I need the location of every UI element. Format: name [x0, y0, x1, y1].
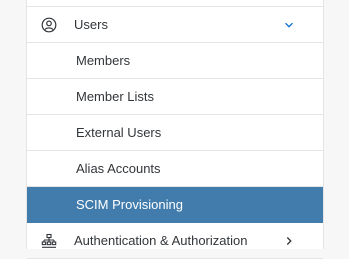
nav-group-users-label: Users	[74, 17, 108, 32]
nav-item-external-users-label: External Users	[76, 125, 162, 140]
nav-item-member-lists[interactable]: Member Lists	[27, 79, 323, 115]
nav-item-alias-accounts-label: Alias Accounts	[76, 161, 161, 176]
nav-item-members[interactable]: Members	[27, 43, 323, 79]
navigation-panel: Users Members Member Lists External User…	[26, 0, 324, 259]
nav-group-authentication-authorization-label: Authentication & Authorization	[74, 233, 248, 248]
nav-item-members-label: Members	[76, 53, 131, 68]
org-hierarchy-icon	[41, 233, 57, 249]
nav-item-external-users[interactable]: External Users	[27, 115, 323, 151]
nav-group-authentication-authorization[interactable]: Authentication & Authorization	[27, 223, 323, 259]
nav-item-scim-provisioning[interactable]: SCIM Provisioning	[27, 187, 323, 223]
user-circle-icon	[41, 17, 57, 33]
chevron-down-icon[interactable]	[283, 19, 295, 31]
panel-top-edge	[27, 0, 323, 7]
nav-item-scim-provisioning-label: SCIM Provisioning	[76, 197, 183, 212]
nav-group-users[interactable]: Users	[27, 7, 323, 43]
chevron-right-icon[interactable]	[283, 235, 295, 247]
nav-item-alias-accounts[interactable]: Alias Accounts	[27, 151, 323, 187]
nav-item-member-lists-label: Member Lists	[76, 89, 155, 104]
